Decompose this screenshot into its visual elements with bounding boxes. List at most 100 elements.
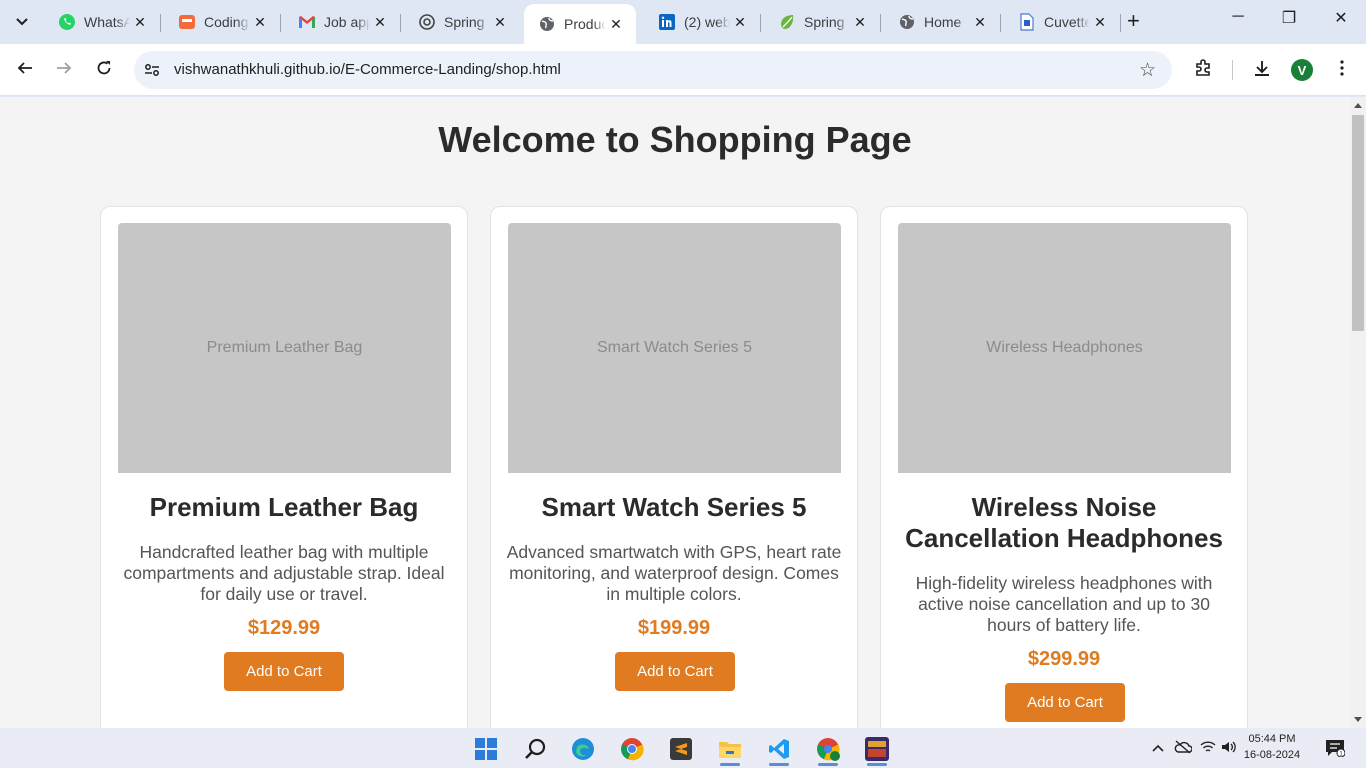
notification-icon[interactable]: 1: [1325, 739, 1346, 760]
close-icon[interactable]: ✕: [250, 14, 270, 31]
kebab-menu-icon: [1340, 59, 1344, 81]
profile-avatar[interactable]: V: [1291, 59, 1313, 81]
page-title: Welcome to Shopping Page: [438, 119, 912, 160]
add-to-cart-button[interactable]: Add to Cart: [1005, 683, 1125, 722]
cuvette-icon: [1018, 13, 1036, 31]
volume-icon[interactable]: [1221, 740, 1237, 757]
product-image-alt: Smart Watch Series 5: [596, 339, 752, 356]
restore-button[interactable]: ❐: [1266, 8, 1312, 28]
app-running-indicator: [720, 763, 740, 766]
add-to-cart-button[interactable]: Add to Cart: [615, 652, 735, 691]
clock-date: 16-08-2024: [1243, 749, 1301, 761]
back-button[interactable]: [11, 56, 39, 84]
page-scrollbar[interactable]: [1350, 97, 1366, 728]
app-running-indicator: [818, 763, 838, 766]
tab-divider: [1000, 14, 1001, 32]
product-description: Advanced smartwatch with GPS, heart rate…: [506, 542, 842, 604]
bookmark-star-icon[interactable]: ☆: [1139, 59, 1156, 82]
product-image-alt: Wireless Headphones: [986, 339, 1143, 356]
scroll-down-arrow-icon[interactable]: [1354, 717, 1362, 722]
forward-button[interactable]: [50, 56, 78, 84]
product-image-alt: Premium Leather Bag: [206, 339, 363, 356]
tab-spring-chatgpt[interactable]: Spring ✕: [404, 4, 520, 40]
tab-title: Spring: [444, 14, 485, 30]
close-icon[interactable]: ✕: [370, 14, 390, 31]
product-price: $129.99: [247, 617, 321, 639]
toolbar-divider: [1232, 60, 1233, 80]
reload-icon: [96, 60, 112, 81]
scroll-up-arrow-icon[interactable]: [1354, 103, 1362, 108]
scrollbar-thumb[interactable]: [1352, 115, 1364, 331]
arrow-left-icon: [17, 60, 33, 81]
address-bar[interactable]: vishwanathkhuli.github.io/E-Commerce-Lan…: [134, 51, 1172, 89]
tab-cuvette[interactable]: Cuvette ✕: [1004, 4, 1120, 40]
extensions-button[interactable]: [1189, 56, 1217, 84]
chevron-down-icon: [16, 15, 28, 29]
tab-divider: [1120, 14, 1121, 32]
network-icon[interactable]: [1200, 740, 1216, 757]
arrow-right-icon: [56, 60, 72, 81]
product-image: Premium Leather Bag: [118, 223, 451, 473]
system-clock[interactable]: 05:44 PM 16-08-2024: [1240, 731, 1304, 763]
openai-icon: [418, 13, 436, 31]
tab-job-application[interactable]: Job application ✕: [284, 4, 400, 40]
globe-icon: [538, 15, 556, 33]
product-description: High-fidelity wireless headphones with a…: [915, 573, 1213, 635]
menu-button[interactable]: [1328, 56, 1356, 84]
gmail-icon: [298, 13, 316, 31]
downloads-button[interactable]: [1248, 56, 1276, 84]
tab-home[interactable]: Home ✕: [884, 4, 1000, 40]
chevron-up-icon[interactable]: [1152, 740, 1164, 755]
tab-products-active[interactable]: Products ✕: [524, 4, 636, 44]
tab-divider: [280, 14, 281, 32]
product-price: $199.99: [637, 617, 711, 639]
tab-title: Spring: [804, 14, 845, 30]
globe-icon: [898, 13, 916, 31]
file-explorer-icon[interactable]: [710, 732, 750, 766]
close-icon[interactable]: ✕: [1090, 14, 1110, 31]
tab-title: Cuvette: [1044, 14, 1090, 30]
tab-whatsapp[interactable]: WhatsApp ✕: [44, 4, 160, 40]
product-image: Wireless Headphones: [898, 223, 1231, 473]
tab-divider: [760, 14, 761, 32]
add-to-cart-button[interactable]: Add to Cart: [224, 652, 344, 691]
minimize-button[interactable]: ─: [1215, 8, 1261, 26]
onedrive-offline-icon[interactable]: [1174, 740, 1193, 757]
game-icon[interactable]: [857, 732, 897, 766]
sublime-text-icon[interactable]: [661, 732, 701, 766]
close-icon[interactable]: ✕: [606, 16, 626, 33]
tab-spring[interactable]: Spring ✕: [764, 4, 880, 40]
search-icon[interactable]: [515, 732, 555, 766]
tab-divider: [160, 14, 161, 32]
new-tab-button[interactable]: +: [1127, 10, 1140, 32]
tab-title: Home: [924, 14, 962, 30]
reload-button[interactable]: [90, 56, 118, 84]
edge-icon[interactable]: [563, 732, 603, 766]
page-viewport[interactable]: Welcome to Shopping Page Premium Leather…: [0, 97, 1350, 728]
product-card: Wireless Headphones Wireless Noise Cance…: [880, 206, 1248, 728]
chrome-profile-icon[interactable]: [808, 732, 848, 766]
windows-start-icon[interactable]: [466, 732, 506, 766]
url-text[interactable]: vishwanathkhuli.github.io/E-Commerce-Lan…: [174, 61, 561, 78]
vscode-icon[interactable]: [759, 732, 799, 766]
close-icon[interactable]: ✕: [490, 14, 510, 31]
linkedin-icon: [658, 13, 676, 31]
close-icon[interactable]: ✕: [130, 14, 150, 31]
product-description: Handcrafted leather bag with multiple co…: [123, 542, 445, 604]
tab-search-button[interactable]: [8, 8, 36, 36]
tab-linkedin[interactable]: (2) web ✕: [644, 4, 760, 40]
close-icon[interactable]: ✕: [730, 14, 750, 31]
product-image: Smart Watch Series 5: [508, 223, 841, 473]
tab-title: WhatsApp: [84, 14, 130, 30]
clock-time: 05:44 PM: [1248, 733, 1296, 745]
close-icon[interactable]: ✕: [970, 14, 990, 31]
whatsapp-icon: [58, 13, 76, 31]
chrome-icon[interactable]: [612, 732, 652, 766]
close-icon[interactable]: ✕: [850, 14, 870, 31]
close-window-button[interactable]: ✕: [1318, 8, 1364, 28]
tab-divider: [880, 14, 881, 32]
product-card: Smart Watch Series 5 Smart Watch Series …: [490, 206, 858, 728]
tab-title: (2) web: [684, 14, 730, 30]
tab-coding[interactable]: Coding ✕: [164, 4, 280, 40]
site-info-icon[interactable]: [142, 60, 162, 80]
